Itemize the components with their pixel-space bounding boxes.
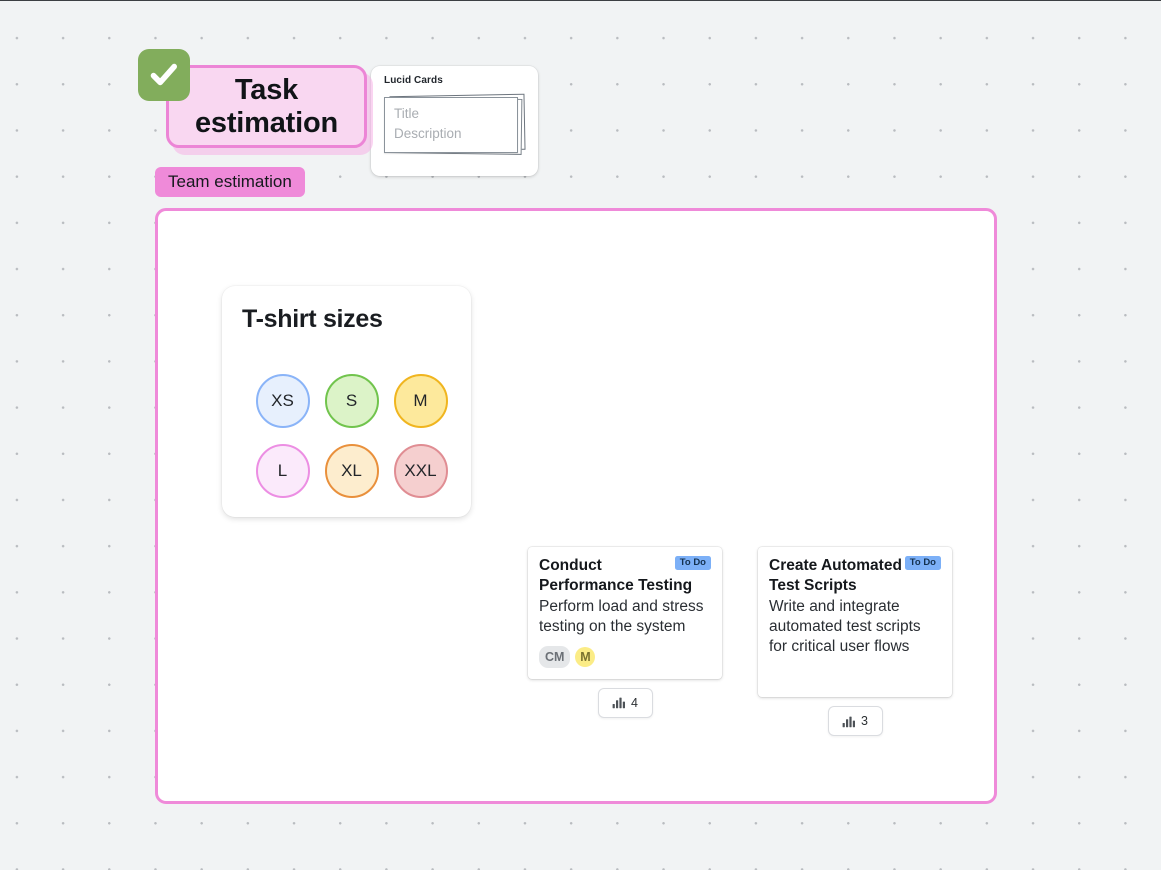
tshirt-size-cell: S (317, 366, 386, 435)
task-tag[interactable]: M (575, 646, 596, 667)
vote-counter[interactable]: 4 (597, 687, 653, 718)
task-card-tags: CM M (539, 646, 711, 668)
team-estimation-label[interactable]: Team estimation (155, 167, 305, 197)
task-card-description: Perform load and stress testing on the s… (539, 597, 704, 635)
card-description-placeholder: Description (394, 125, 462, 141)
task-card[interactable]: To Do Create Automated Test Scripts Write … (758, 547, 952, 698)
tshirt-sizes-grid: XS S M L XL XXL (248, 366, 455, 505)
lucid-card-stack-preview[interactable]: Title Description (384, 93, 526, 157)
task-card-group: To Do Conduct Performance Testing Perform … (528, 547, 722, 718)
tshirt-size-label: L (277, 460, 288, 480)
vote-counter[interactable]: 3 (827, 706, 883, 737)
tshirt-size-xl[interactable]: XL (324, 443, 379, 498)
tshirt-size-cell: XL (317, 436, 386, 505)
tshirt-size-m[interactable]: M (393, 373, 448, 428)
tshirt-size-xs[interactable]: XS (255, 373, 310, 428)
tshirt-size-label: XS (271, 390, 294, 410)
tshirt-size-cell: L (248, 436, 317, 505)
vote-count-label: 3 (861, 714, 868, 729)
tshirt-size-s[interactable]: S (324, 373, 379, 428)
bar-chart-icon (612, 697, 626, 709)
tshirt-size-label: M (413, 390, 428, 410)
lucid-cards-panel[interactable]: Lucid Cards Title Description (371, 66, 538, 176)
tshirt-size-label: XXL (404, 460, 437, 480)
tshirt-size-xxl[interactable]: XXL (393, 443, 448, 498)
tshirt-size-cell: M (386, 366, 455, 435)
tshirt-sizes-card[interactable]: T-shirt sizes XS S M L XL XXL (222, 286, 471, 517)
check-icon (138, 49, 190, 101)
task-card-group: To Do Create Automated Test Scripts Write … (758, 547, 952, 737)
status-badge: To Do (904, 556, 941, 570)
board-title-text: Task estimation (194, 73, 339, 139)
task-tag[interactable]: CM (539, 646, 571, 668)
status-badge: To Do (674, 556, 711, 570)
tshirt-size-cell: XXL (386, 436, 455, 505)
tshirt-size-label: XL (341, 460, 362, 480)
tshirt-size-l[interactable]: L (255, 443, 310, 498)
task-card[interactable]: To Do Conduct Performance Testing Perform … (528, 547, 722, 679)
card-title-placeholder: Title (394, 106, 420, 121)
card-stack-sheet-front: Title Description (384, 97, 518, 153)
lucid-cards-panel-title: Lucid Cards (384, 75, 443, 86)
bar-chart-icon (842, 716, 856, 728)
team-estimation-text: Team estimation (168, 172, 292, 191)
tshirt-size-cell: XS (248, 366, 317, 435)
tshirt-size-label: S (345, 390, 358, 410)
tshirt-sizes-title: T-shirt sizes (242, 305, 383, 333)
board-title-box[interactable]: Task estimation (166, 65, 367, 148)
task-card-description: Write and integrate automated test scrip… (769, 597, 921, 656)
task-card-tags (769, 666, 941, 686)
card-placeholder-text: Title Description (394, 104, 462, 144)
vote-count-label: 4 (631, 695, 638, 710)
